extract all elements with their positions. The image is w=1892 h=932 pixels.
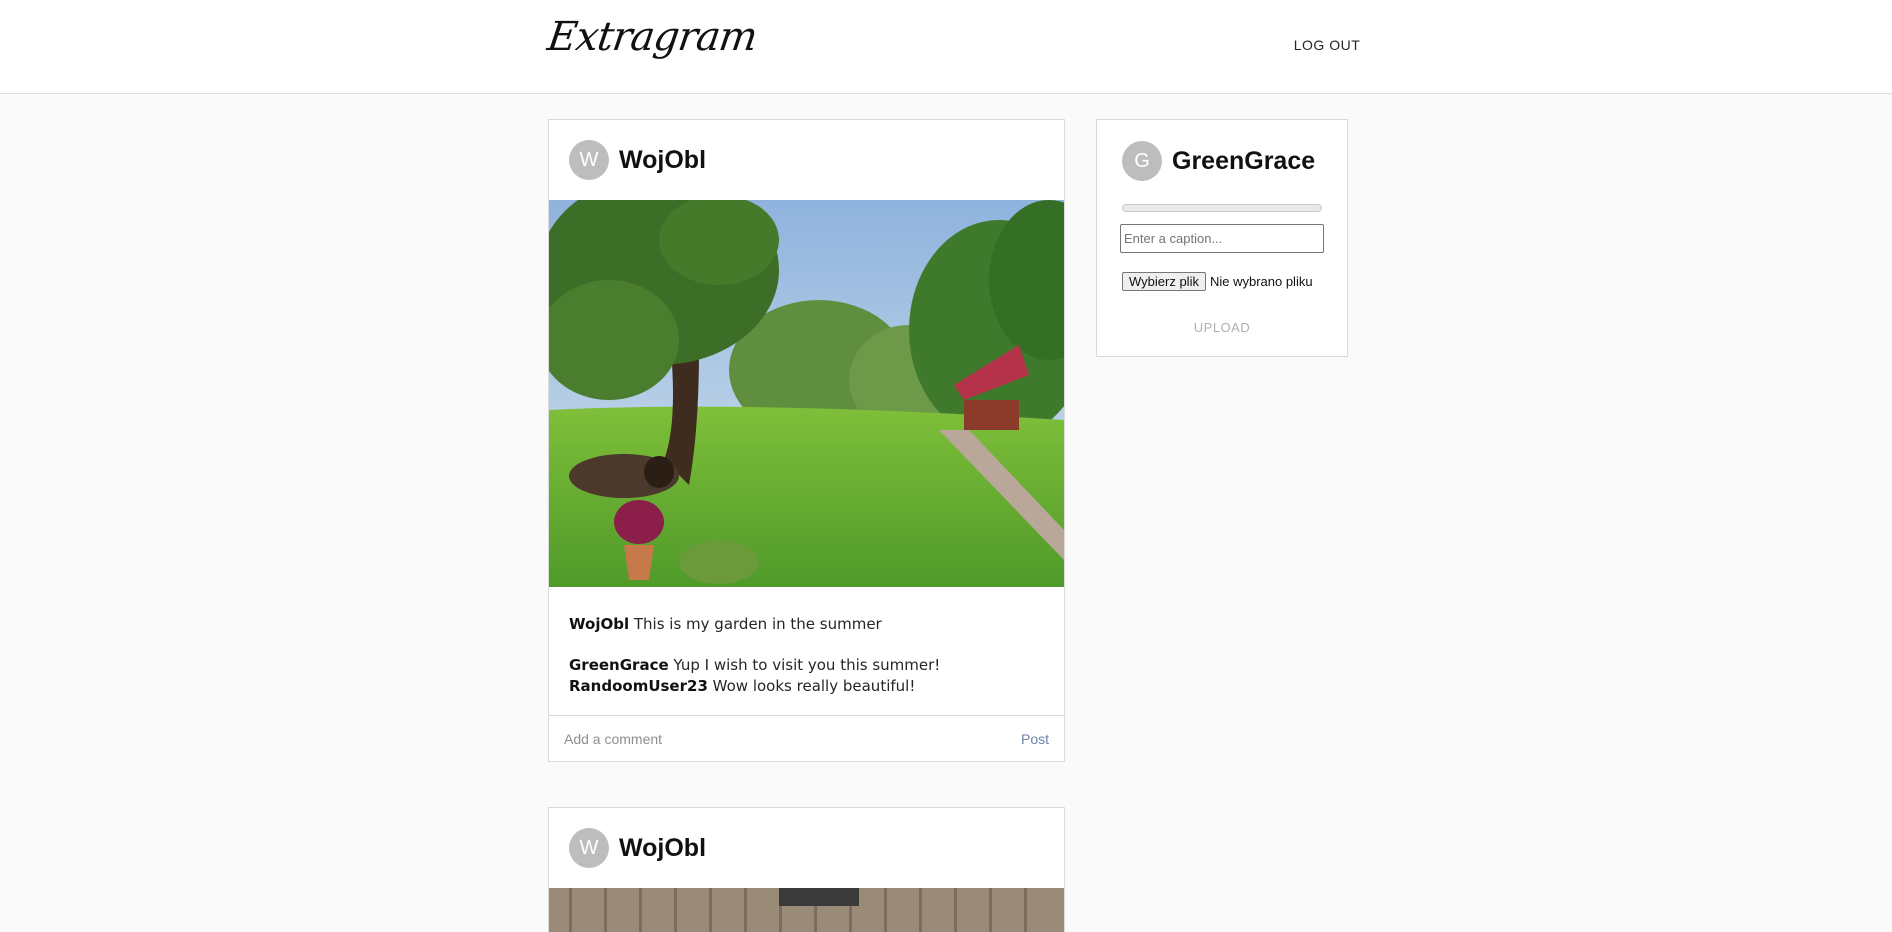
avatar[interactable]: W bbox=[569, 828, 609, 868]
comment-text: Wow looks really beautiful! bbox=[712, 677, 916, 695]
post-image[interactable] bbox=[549, 888, 1064, 932]
app-logo[interactable]: Extragram bbox=[545, 14, 760, 60]
upload-header: G GreenGrace bbox=[1122, 141, 1315, 181]
post-header: W WojObl bbox=[549, 120, 1064, 200]
comment-username[interactable]: RandoomUser23 bbox=[569, 677, 708, 695]
file-picker: Wybierz plik Nie wybrano pliku bbox=[1122, 272, 1313, 291]
post-username[interactable]: WojObl bbox=[619, 834, 706, 863]
avatar[interactable]: W bbox=[569, 140, 609, 180]
upload-progress-bar bbox=[1122, 204, 1322, 212]
post-comment-button[interactable]: Post bbox=[1021, 731, 1049, 747]
upload-button[interactable]: UPLOAD bbox=[1097, 320, 1347, 335]
post-card: W WojObl bbox=[548, 807, 1065, 932]
post-image[interactable] bbox=[549, 200, 1064, 587]
file-status: Nie wybrano pliku bbox=[1209, 274, 1313, 289]
avatar[interactable]: G bbox=[1122, 141, 1162, 181]
caption-username[interactable]: WojObl bbox=[569, 615, 629, 633]
post-caption-block: WojObl This is my garden in the summer G… bbox=[549, 587, 1064, 715]
logout-button[interactable]: LOG OUT bbox=[1272, 33, 1382, 57]
choose-file-button[interactable]: Wybierz plik bbox=[1122, 272, 1206, 291]
comment: RandoomUser23 Wow looks really beautiful… bbox=[569, 676, 1044, 697]
comment-text: Yup I wish to visit you this summer! bbox=[673, 656, 941, 674]
comment-username[interactable]: GreenGrace bbox=[569, 656, 669, 674]
comment-input[interactable] bbox=[564, 730, 944, 747]
caption-input[interactable] bbox=[1120, 224, 1324, 253]
post-card: W WojObl bbox=[548, 119, 1065, 762]
post-caption: WojObl This is my garden in the summer bbox=[569, 614, 1044, 635]
post-header: W WojObl bbox=[549, 808, 1064, 888]
app-header: Extragram LOG OUT bbox=[0, 0, 1892, 94]
caption-text: This is my garden in the summer bbox=[633, 615, 882, 633]
post-username[interactable]: WojObl bbox=[619, 146, 706, 175]
comment: GreenGrace Yup I wish to visit you this … bbox=[569, 655, 1044, 676]
upload-card: G GreenGrace Wybierz plik Nie wybrano pl… bbox=[1096, 119, 1348, 357]
upload-username[interactable]: GreenGrace bbox=[1172, 147, 1315, 176]
comment-form: Post bbox=[549, 715, 1064, 761]
